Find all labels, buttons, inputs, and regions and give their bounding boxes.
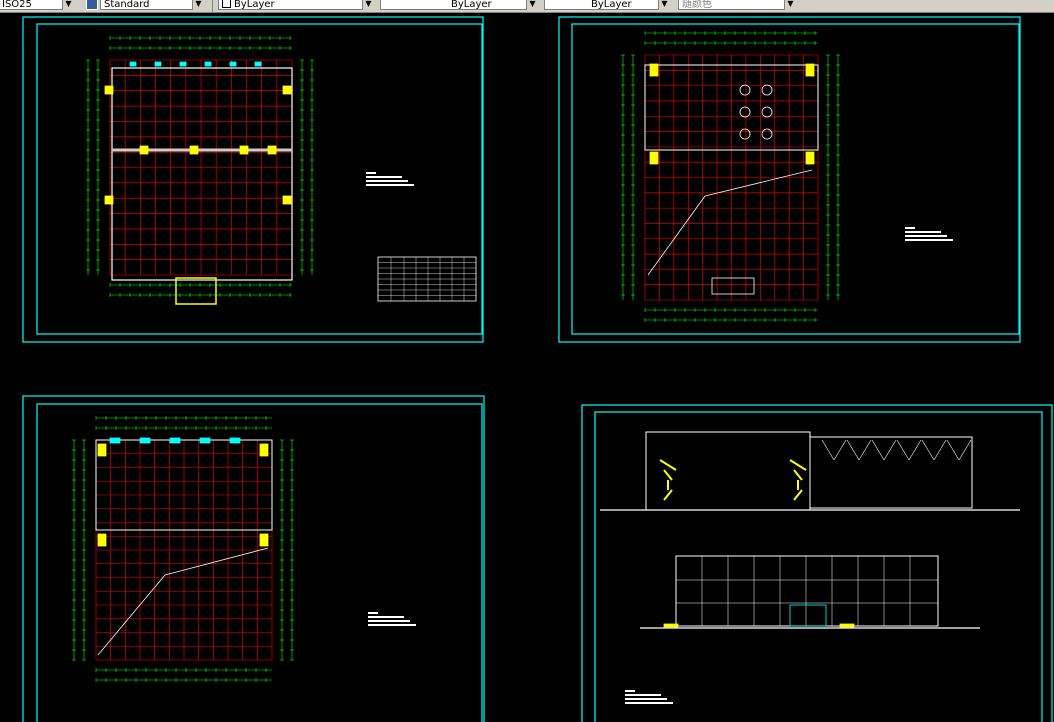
column <box>267 145 277 155</box>
stair <box>659 459 677 471</box>
table-circle <box>739 128 751 140</box>
truss <box>946 439 960 461</box>
table-circle <box>761 128 773 140</box>
sheet-borders <box>22 16 1053 722</box>
window <box>199 437 211 444</box>
color-dropdown-icon[interactable]: ▼ <box>362 0 374 10</box>
elevation-facade <box>675 555 939 627</box>
sheet-frame <box>22 395 485 722</box>
column <box>649 151 659 165</box>
truss <box>871 439 885 461</box>
stair <box>793 489 803 501</box>
truss <box>858 439 872 461</box>
column <box>239 145 249 155</box>
lineweight-value: ByLayer <box>591 0 632 10</box>
stair <box>663 469 673 481</box>
truss <box>958 439 972 461</box>
drawing-notes-graphic <box>625 690 673 706</box>
toolbar-separator <box>212 0 213 12</box>
plinth <box>839 623 855 628</box>
color-value: ByLayer <box>234 0 275 10</box>
stair <box>793 469 803 481</box>
truss <box>821 439 835 461</box>
drawing-notes-graphic <box>366 172 414 188</box>
linetype-value: ByLayer <box>451 0 492 10</box>
textstyle-icon[interactable] <box>86 0 98 10</box>
column <box>805 63 815 77</box>
entrance-door <box>789 604 827 627</box>
linetype-dropdown-icon[interactable]: ▼ <box>526 0 538 10</box>
textstyle-select[interactable]: Standard <box>100 0 204 10</box>
window <box>229 61 237 67</box>
plotstyle-value: 随颜色 <box>682 0 712 10</box>
table-circle <box>739 106 751 118</box>
truss <box>908 439 922 461</box>
drawing-content <box>72 31 1020 682</box>
truss <box>833 439 847 461</box>
lineweight-dropdown-icon[interactable]: ▼ <box>658 0 670 10</box>
window <box>254 61 262 67</box>
table-circle <box>739 84 751 96</box>
plinth <box>663 623 679 628</box>
table-circle <box>761 84 773 96</box>
window <box>109 437 121 444</box>
truss <box>921 439 935 461</box>
drawing-notes-graphic <box>905 227 953 243</box>
plan-wall <box>111 67 293 281</box>
drawing-notes-graphic <box>368 612 416 628</box>
stair <box>663 489 673 501</box>
roof-line <box>164 547 269 576</box>
plotstyle-select[interactable]: 随颜色 <box>678 0 796 10</box>
roof-line <box>704 169 813 197</box>
column <box>649 63 659 77</box>
stair <box>789 459 807 471</box>
window <box>179 61 187 67</box>
column <box>282 195 292 205</box>
window <box>169 437 181 444</box>
window <box>129 61 137 67</box>
properties-toolbar: ISO25 ▼ Standard ▼ ByLayer ▼ ByLayer ▼ B… <box>0 0 1054 13</box>
column <box>104 85 114 95</box>
layer-square-icon <box>222 0 231 8</box>
column <box>97 443 107 457</box>
window <box>229 437 241 444</box>
entrance <box>175 277 217 305</box>
dimstyle-value: ISO25 <box>2 0 32 10</box>
column <box>189 145 199 155</box>
sheet-frame <box>581 404 1053 722</box>
window <box>154 61 162 67</box>
drawing-canvas[interactable] <box>0 13 1054 722</box>
column <box>104 195 114 205</box>
column <box>97 533 107 547</box>
sheet-frame <box>558 16 1021 343</box>
column <box>805 151 815 165</box>
sheet-frame <box>594 411 1043 722</box>
elevation-body <box>645 431 811 511</box>
truss <box>883 439 897 461</box>
truss <box>846 439 860 461</box>
textstyle-dropdown-icon[interactable]: ▼ <box>192 0 204 10</box>
column <box>139 145 149 155</box>
table-circle <box>761 106 773 118</box>
layer-color-select[interactable]: ByLayer <box>218 0 374 10</box>
elevation-body <box>809 436 973 509</box>
textstyle-value: Standard <box>104 0 150 10</box>
sheet-frame <box>22 16 484 343</box>
window <box>204 61 212 67</box>
column <box>259 443 269 457</box>
dimstyle-dropdown-icon[interactable]: ▼ <box>62 0 74 10</box>
truss <box>896 439 910 461</box>
sheet-frame <box>36 23 483 335</box>
linetype-select[interactable]: ByLayer <box>380 0 538 10</box>
plotstyle-dropdown-icon[interactable]: ▼ <box>784 0 796 10</box>
lineweight-select[interactable]: ByLayer <box>544 0 670 10</box>
column <box>282 85 292 95</box>
column <box>259 533 269 547</box>
window <box>139 437 151 444</box>
plan-wall <box>711 277 755 295</box>
truss <box>933 439 947 461</box>
